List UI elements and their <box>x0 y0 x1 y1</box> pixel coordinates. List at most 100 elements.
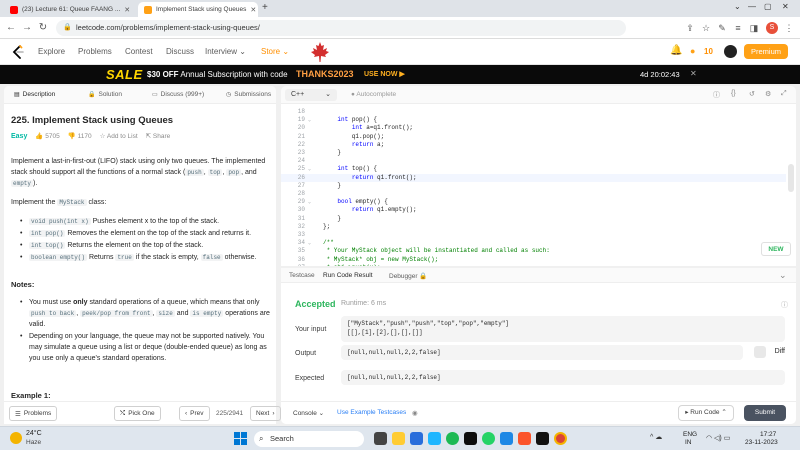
tab-solution[interactable]: 🔒 Solution <box>88 91 122 98</box>
terminal-icon[interactable] <box>464 432 477 445</box>
info-dot-icon[interactable]: ◉ <box>412 409 418 417</box>
system-tray-icons[interactable]: ^ ☁ <box>650 433 662 441</box>
code-line[interactable]: 28 <box>281 190 786 198</box>
fullscreen-icon[interactable]: ⤢ <box>781 90 787 98</box>
browser-tab-leetcode[interactable]: Implement Stack using Queues ✕ <box>138 2 258 17</box>
code-line[interactable]: 24 <box>281 157 786 165</box>
profile-avatar[interactable]: S <box>766 22 778 34</box>
clock-date[interactable]: 23-11-2023 <box>745 439 778 446</box>
code-line[interactable]: 29 ⌄ bool empty() { <box>281 198 786 206</box>
whatsapp-icon[interactable] <box>482 432 495 445</box>
code-line[interactable]: 35 * Your MyStack object will be instant… <box>281 247 786 255</box>
language-region[interactable]: IN <box>685 439 692 446</box>
code-line[interactable]: 20 int a=q1.front(); <box>281 124 786 132</box>
dislike-button[interactable]: 👎 1170 <box>68 132 92 140</box>
fold-chevron-icon[interactable]: ⌄ <box>308 165 311 173</box>
fold-chevron-icon[interactable]: ⌄ <box>308 198 311 206</box>
banner-close-icon[interactable]: ✕ <box>690 69 697 78</box>
user-avatar[interactable] <box>724 45 737 58</box>
share-button[interactable]: ⇱ Share <box>146 132 171 140</box>
notification-bell-icon[interactable]: 🔔 <box>670 45 682 56</box>
wifi-volume-battery-icon[interactable]: ◠ ◁) ▭ <box>706 434 730 442</box>
side-panel-icon[interactable]: ◨ <box>748 22 760 34</box>
add-to-list-button[interactable]: ☆ Add to List <box>100 132 138 140</box>
nav-store[interactable]: Store ⌄ <box>261 47 289 56</box>
windows-start-icon[interactable] <box>234 432 247 445</box>
premium-button[interactable]: Premium <box>744 44 788 59</box>
help-icon[interactable]: ⓘ <box>781 300 788 310</box>
diff-switch[interactable] <box>754 346 766 358</box>
new-badge[interactable]: NEW <box>761 242 791 256</box>
code-line[interactable]: 34 ⌄ /** <box>281 239 786 247</box>
tab-description[interactable]: ▤ Description <box>14 91 55 98</box>
run-code-button[interactable]: ▸ Run Code ⌃ <box>678 405 734 421</box>
code-line[interactable]: 22 return a; <box>281 141 786 149</box>
weather-condition[interactable]: Haze <box>26 439 41 446</box>
reload-icon[interactable]: ↻ <box>36 21 50 35</box>
fold-chevron-icon[interactable]: ⌄ <box>308 116 311 124</box>
nav-contest[interactable]: Contest <box>125 47 153 56</box>
fold-chevron-icon[interactable]: ⌄ <box>308 239 311 247</box>
clock-time[interactable]: 17:27 <box>760 431 776 438</box>
back-icon[interactable]: ← <box>4 21 18 35</box>
media-icon[interactable]: ≡ <box>732 22 744 34</box>
extension-icon[interactable]: ✎ <box>716 22 728 34</box>
code-line[interactable]: 25 ⌄ int top() { <box>281 165 786 173</box>
nav-interview[interactable]: Interview ⌄ <box>205 47 246 56</box>
console-toggle[interactable]: Console ⌄ <box>293 409 324 417</box>
tab-discuss[interactable]: ▭ Discuss (999+) <box>152 91 204 98</box>
leetcode-logo-icon[interactable] <box>11 45 25 59</box>
url-bar[interactable]: 🔒 leetcode.com/problems/implement-stack-… <box>56 20 626 36</box>
settings-icon[interactable]: ⚙ <box>765 90 771 98</box>
browser-tab-youtube[interactable]: (23) Lecture 61: Queue FAANG ... ✕ <box>4 2 136 17</box>
submit-button[interactable]: Submit <box>744 405 786 421</box>
ms-store-icon[interactable] <box>428 432 441 445</box>
mail-icon[interactable] <box>410 432 423 445</box>
maximize-icon[interactable]: ▢ <box>764 2 772 11</box>
code-line[interactable]: 37 * obj->push(x); <box>281 264 786 266</box>
code-line[interactable]: 18 <box>281 108 786 116</box>
next-button[interactable]: Next › <box>250 406 281 421</box>
like-button[interactable]: 👍 5705 <box>35 132 59 140</box>
tab-search-icon[interactable]: ⌄ <box>734 2 741 11</box>
code-line[interactable]: 23 } <box>281 149 786 157</box>
problems-list-button[interactable]: ☰ Problems <box>9 406 58 421</box>
nav-explore[interactable]: Explore <box>38 47 65 56</box>
sale-banner[interactable]: SALE $30 OFF Annual Subscription with co… <box>0 65 800 84</box>
chrome-icon[interactable] <box>554 432 567 445</box>
collapse-chevron-icon[interactable]: ⌄ <box>779 270 787 281</box>
code-line[interactable]: 30 return q1.empty(); <box>281 206 786 214</box>
bookmark-star-icon[interactable]: ☆ <box>700 22 712 34</box>
code-line[interactable]: 21 q1.pop(); <box>281 133 786 141</box>
tab-testcase[interactable]: Testcase <box>285 272 319 279</box>
reset-icon[interactable]: ↺ <box>749 90 755 98</box>
app-icon[interactable] <box>536 432 549 445</box>
code-line[interactable]: 33 <box>281 231 786 239</box>
language-indicator[interactable]: ENG <box>683 431 697 438</box>
taskbar-search[interactable]: ⌕ Search <box>254 431 364 447</box>
brave-icon[interactable] <box>518 432 531 445</box>
weather-icon[interactable] <box>10 432 22 444</box>
close-window-icon[interactable]: ✕ <box>782 2 789 11</box>
editor-scrollbar[interactable] <box>788 164 794 192</box>
temperature[interactable]: 24°C <box>26 430 42 437</box>
code-brackets-icon[interactable]: {} <box>731 90 736 97</box>
tab-debugger[interactable]: Debugger 🔒 <box>385 272 431 280</box>
task-view-icon[interactable] <box>374 432 387 445</box>
code-editor[interactable]: 18 19 ⌄ int pop() {20 int a=q1.front(); 21 … <box>281 104 796 266</box>
use-example-testcases-link[interactable]: Use Example Testcases <box>337 409 406 416</box>
nav-problems[interactable]: Problems <box>78 47 112 56</box>
close-tab-icon[interactable]: ✕ <box>124 6 130 14</box>
language-select[interactable]: C++ ⌄ <box>285 89 337 101</box>
code-line[interactable]: 19 ⌄ int pop() { <box>281 116 786 124</box>
code-line[interactable]: 27 } <box>281 182 786 190</box>
code-line[interactable]: 36 * MyStack* obj = new MyStack(); <box>281 256 786 264</box>
autocomplete-toggle[interactable]: ● Autocomplete <box>351 91 396 98</box>
vscode-icon[interactable] <box>500 432 513 445</box>
file-explorer-icon[interactable] <box>392 432 405 445</box>
tab-run-code-result[interactable]: Run Code Result <box>319 272 377 279</box>
prev-button[interactable]: ‹ Prev <box>179 406 210 421</box>
spotify-icon[interactable] <box>446 432 459 445</box>
new-tab-icon[interactable]: + <box>262 2 268 13</box>
browser-menu-icon[interactable]: ⋮ <box>783 22 795 34</box>
